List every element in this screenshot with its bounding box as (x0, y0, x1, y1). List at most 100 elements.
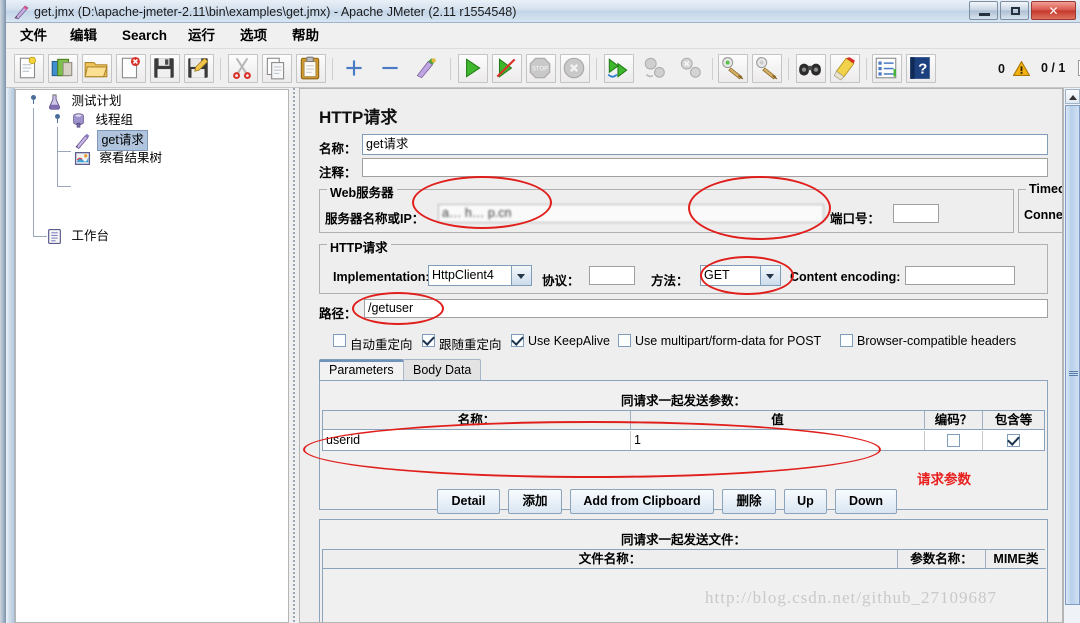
port-input[interactable] (893, 204, 939, 223)
checkbox-browser-compatible-headers[interactable] (840, 334, 853, 347)
implementation-select[interactable]: HttpClient4 (428, 265, 532, 286)
column-header-param-name[interactable]: 参数名称： (898, 550, 986, 569)
menu-search[interactable]: Search (118, 27, 171, 45)
column-header-mime-type[interactable]: MIME类型： (986, 550, 1046, 585)
checkbox-use-keepalive-label: Use KeepAlive (528, 334, 610, 348)
column-header-name[interactable]: 名称： (323, 411, 631, 430)
svg-text:?: ? (918, 60, 927, 77)
save-as-button[interactable] (184, 54, 214, 83)
checkbox-use-multipart[interactable] (618, 334, 631, 347)
menu-file[interactable]: 文件 (16, 27, 51, 45)
test-plan-tree[interactable]: 测试计划 线程组 get请求 察看结果树 工作台 (15, 89, 289, 623)
detail-button[interactable]: Detail (437, 489, 500, 514)
open-button[interactable] (82, 54, 112, 83)
toolbar: STOP ? 0 0 / 1 (6, 49, 1080, 88)
column-header-file-name[interactable]: 文件名称： (323, 550, 898, 569)
cell-param-value[interactable]: 1 (631, 431, 925, 450)
checkbox-encode[interactable] (947, 434, 960, 447)
delete-button[interactable]: 删除 (722, 489, 776, 514)
workbench-icon (46, 228, 63, 245)
watermark: http://blog.csdn.net/github_27109687 (705, 588, 997, 607)
checkbox-auto-redirect[interactable] (333, 334, 346, 347)
tree-node-test-plan[interactable]: 测试计划 (46, 92, 124, 111)
menu-edit[interactable]: 编辑 (66, 27, 101, 45)
chevron-down-icon[interactable] (511, 266, 531, 285)
pane-splitter[interactable] (290, 88, 299, 623)
menu-bar: 文件 编辑 Search 运行 选项 帮助 (6, 23, 1080, 49)
tree-line (57, 186, 71, 187)
content-encoding-label: Content encoding: (790, 270, 901, 284)
protocol-input[interactable] (589, 266, 635, 285)
tree-node-view-results-tree[interactable]: 察看结果树 (74, 149, 164, 168)
checkbox-use-keepalive[interactable] (511, 334, 524, 347)
page-title: HTTP请求 (319, 108, 398, 127)
remote-shutdown-all-button[interactable] (676, 54, 706, 83)
clear-button[interactable] (718, 54, 748, 83)
menu-help[interactable]: 帮助 (288, 27, 323, 45)
method-select[interactable]: GET (700, 265, 781, 286)
column-header-include-equals[interactable]: 包含等于？ (983, 411, 1044, 446)
toggle-button[interactable] (412, 54, 442, 83)
parameters-table[interactable]: 名称： 值 编码？ 包含等于？ userid 1 (322, 410, 1045, 451)
maximize-button[interactable] (1000, 1, 1029, 20)
search-reset-button[interactable] (830, 54, 860, 83)
files-table[interactable]: 文件名称： 参数名称： MIME类型： (322, 549, 1046, 622)
clear-all-button[interactable] (752, 54, 782, 83)
cut-button[interactable] (228, 54, 258, 83)
tree-node-workbench[interactable]: 工作台 (46, 227, 111, 246)
remote-start-all-button[interactable] (604, 54, 634, 83)
new-button[interactable] (14, 54, 44, 83)
add-from-clipboard-button[interactable]: Add from Clipboard (570, 489, 714, 514)
tree-node-thread-group[interactable]: 线程组 (70, 111, 135, 130)
help-button[interactable]: ? (906, 54, 936, 83)
copy-button[interactable] (262, 54, 292, 83)
tab-parameters[interactable]: Parameters (319, 359, 404, 380)
checkbox-browser-compatible-headers-label: Browser-compatible headers (857, 334, 1017, 348)
right-pane-scrollbar[interactable] (1063, 88, 1080, 623)
column-header-value[interactable]: 值 (631, 411, 925, 430)
server-name-input[interactable]: a… h… p.cn (438, 204, 824, 223)
name-label: 名称： (319, 142, 357, 156)
column-header-encode[interactable]: 编码？ (925, 411, 983, 430)
tree-expand-handle-thread-group[interactable] (53, 114, 62, 123)
menu-run[interactable]: 运行 (184, 27, 219, 45)
cell-param-encode[interactable] (925, 431, 983, 450)
collapse-all-button[interactable] (376, 54, 406, 83)
title-bar: get.jmx (D:\apache-jmeter-2.11\bin\examp… (6, 0, 1080, 23)
up-button[interactable]: Up (784, 489, 827, 514)
comment-input[interactable] (362, 158, 1048, 177)
expand-all-button[interactable] (340, 54, 370, 83)
cell-param-name[interactable]: userid (323, 431, 631, 450)
minimize-button[interactable] (969, 1, 998, 20)
scroll-up-arrow-icon[interactable] (1065, 89, 1080, 104)
web-server-group-title: Web服务器 (327, 182, 397, 201)
connect-label: Connect: (1024, 208, 1063, 222)
checkbox-follow-redirect[interactable] (422, 334, 435, 347)
close-button[interactable]: ✕ (1031, 1, 1076, 20)
close-file-button[interactable] (116, 54, 146, 83)
down-button[interactable]: Down (835, 489, 897, 514)
stop-button[interactable]: STOP (526, 54, 556, 83)
remote-stop-all-button[interactable] (640, 54, 670, 83)
left-edge-scrollbar[interactable] (6, 88, 15, 623)
chevron-down-icon[interactable] (760, 266, 780, 285)
start-no-pause-button[interactable] (492, 54, 522, 83)
scrollbar-thumb[interactable] (1065, 105, 1080, 605)
shutdown-button[interactable] (560, 54, 590, 83)
tree-expand-handle-test-plan[interactable] (29, 95, 38, 104)
tab-body-data[interactable]: Body Data (403, 359, 482, 380)
templates-button[interactable] (48, 54, 78, 83)
search-button[interactable] (796, 54, 826, 83)
menu-options[interactable]: 选项 (236, 27, 271, 45)
content-encoding-input[interactable] (905, 266, 1015, 285)
checkbox-include-equals[interactable] (1007, 434, 1020, 447)
start-button[interactable] (458, 54, 488, 83)
cell-param-include-equals[interactable] (983, 431, 1044, 450)
add-button[interactable]: 添加 (508, 489, 562, 514)
path-input[interactable]: /getuser (364, 299, 1048, 318)
function-helper-button[interactable] (872, 54, 902, 83)
name-input[interactable]: get请求 (362, 134, 1048, 155)
tree-node-get-request[interactable]: get请求 (74, 130, 148, 151)
save-button[interactable] (150, 54, 180, 83)
paste-button[interactable] (296, 54, 326, 83)
